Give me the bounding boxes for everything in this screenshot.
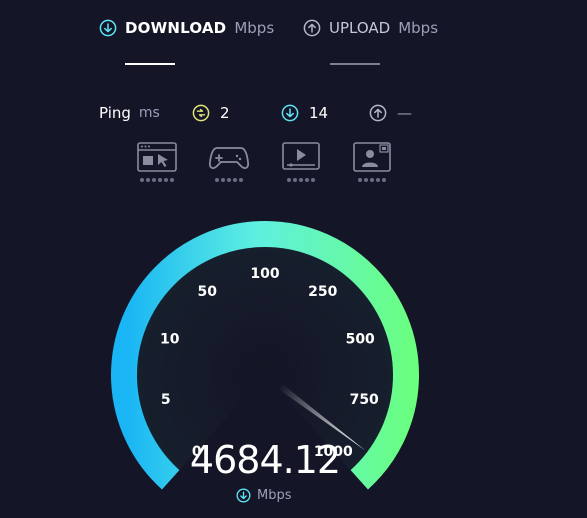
gauge-tick-label: 5 (161, 392, 171, 408)
gauge-tick-label: 250 (308, 284, 337, 300)
download-unit-icon (236, 488, 251, 503)
gauge-tick-label: 50 (197, 284, 217, 300)
gauge-tick-label: 750 (350, 392, 379, 408)
speed-value: 4684.12 (190, 438, 340, 482)
gauge-unit-row: Mbps (236, 488, 292, 503)
gauge-unit-label: Mbps (257, 488, 292, 503)
gauge-tick-label: 500 (346, 331, 375, 347)
speed-gauge: 0510501002505007501000 4684.12 (111, 221, 419, 490)
gauge-tick-label: 10 (160, 331, 180, 347)
gauge-tick-label: 100 (250, 266, 279, 282)
